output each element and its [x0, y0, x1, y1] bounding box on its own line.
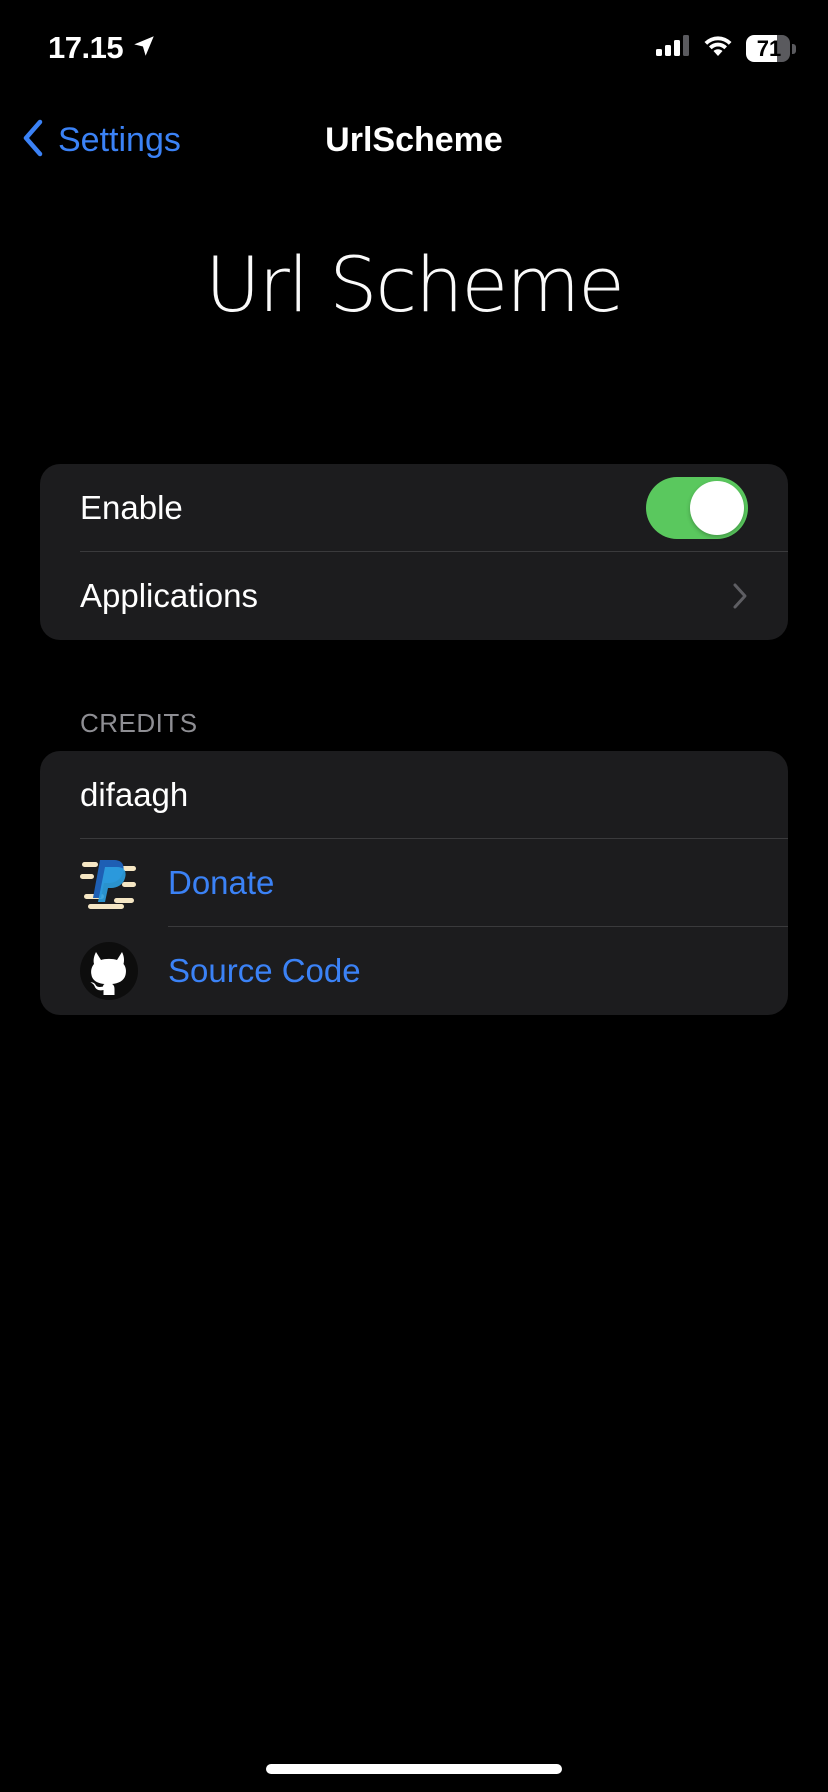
author-row: difaagh	[40, 751, 788, 839]
home-indicator[interactable]	[266, 1764, 562, 1774]
github-icon	[80, 942, 138, 1000]
credits-section-header: CREDITS	[80, 708, 198, 738]
source-code-row[interactable]: Source Code	[40, 927, 788, 1015]
author-name: difaagh	[80, 776, 189, 813]
enable-label: Enable	[80, 489, 183, 526]
nav-title: UrlScheme	[325, 121, 503, 159]
toggle-knob	[690, 481, 744, 535]
status-indicators: 71	[656, 34, 796, 63]
battery-icon: 71	[746, 35, 796, 62]
donate-row[interactable]: Donate	[40, 839, 788, 927]
paypal-icon	[80, 854, 138, 912]
battery-percentage: 71	[756, 36, 782, 61]
status-bar: 17.15 71	[0, 0, 828, 100]
wifi-icon	[702, 34, 734, 63]
page-header-title: Url Scheme	[205, 240, 625, 329]
settings-group: Enable Applications	[40, 464, 788, 640]
status-time-group: 17.15	[48, 30, 157, 66]
location-arrow-icon	[131, 33, 157, 64]
enable-row: Enable	[40, 464, 788, 552]
credits-group: difaagh Donate Source Code	[40, 751, 788, 1015]
status-time: 17.15	[48, 30, 124, 65]
battery-body: 71	[746, 35, 791, 62]
applications-label: Applications	[80, 577, 258, 614]
cellular-signal-icon	[656, 34, 690, 63]
battery-tip	[792, 43, 796, 54]
chevron-right-icon	[732, 582, 748, 615]
donate-label: Donate	[168, 864, 275, 901]
enable-toggle[interactable]	[646, 477, 748, 539]
applications-row[interactable]: Applications	[40, 552, 788, 640]
source-code-label: Source Code	[168, 952, 361, 989]
